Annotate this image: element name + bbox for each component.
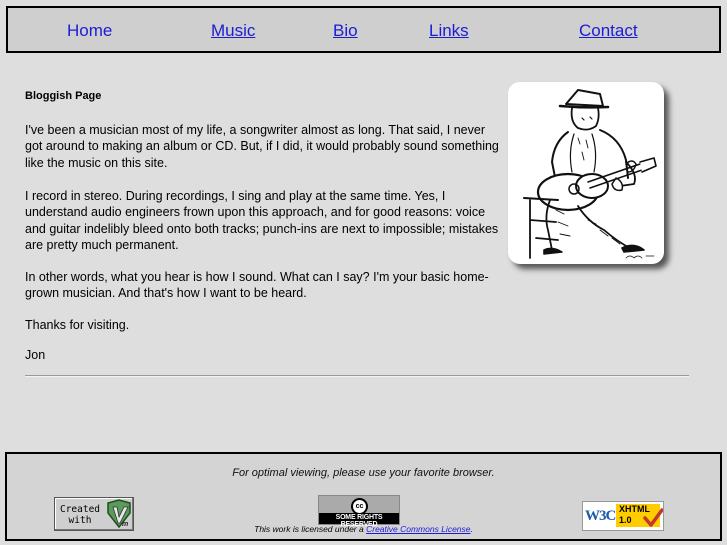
w3c-logo: W3C xyxy=(585,508,616,524)
paragraph-recording: I record in stereo. During recordings, I… xyxy=(25,189,499,252)
nav-link-music[interactable]: Music xyxy=(211,21,255,41)
license-prefix: This work is licensed under a xyxy=(254,524,367,534)
cc-icon: cc xyxy=(351,498,368,515)
guitarist-sketch-image xyxy=(508,82,664,264)
signature: Jon xyxy=(25,348,46,362)
footer: For optimal viewing, please use your fav… xyxy=(5,452,722,541)
content-divider xyxy=(25,375,689,377)
guitarist-sketch-drawing xyxy=(523,89,657,259)
page-title: Bloggish Page xyxy=(25,90,102,102)
xhtml-label-line2: 1.0 xyxy=(619,515,632,525)
nav-link-contact[interactable]: Contact xyxy=(579,21,638,41)
nav-link-bio[interactable]: Bio xyxy=(333,21,358,41)
paragraph-intro: I've been a musician most of my life, a … xyxy=(25,123,499,170)
license-suffix: . xyxy=(470,524,473,534)
nav-link-links[interactable]: Links xyxy=(429,21,469,41)
checkmark-icon xyxy=(643,508,663,527)
paragraph-thanks: Thanks for visiting. xyxy=(25,318,130,332)
top-nav-bar: Home Music Bio Links Contact xyxy=(6,6,721,53)
vim-badge-text: Created with xyxy=(58,504,102,526)
creative-commons-badge[interactable]: cc SOME RIGHTS RESERVED xyxy=(318,495,400,528)
vim-badge-line1: Created xyxy=(59,504,101,515)
creative-commons-license-link[interactable]: Creative Commons License xyxy=(366,524,470,534)
browser-note: For optimal viewing, please use your fav… xyxy=(232,467,495,479)
nav-link-home[interactable]: Home xyxy=(67,21,112,41)
w3c-xhtml-badge[interactable]: W3C XHTML 1.0 xyxy=(582,501,664,531)
paragraph-sound: In other words, what you hear is how I s… xyxy=(25,270,489,301)
